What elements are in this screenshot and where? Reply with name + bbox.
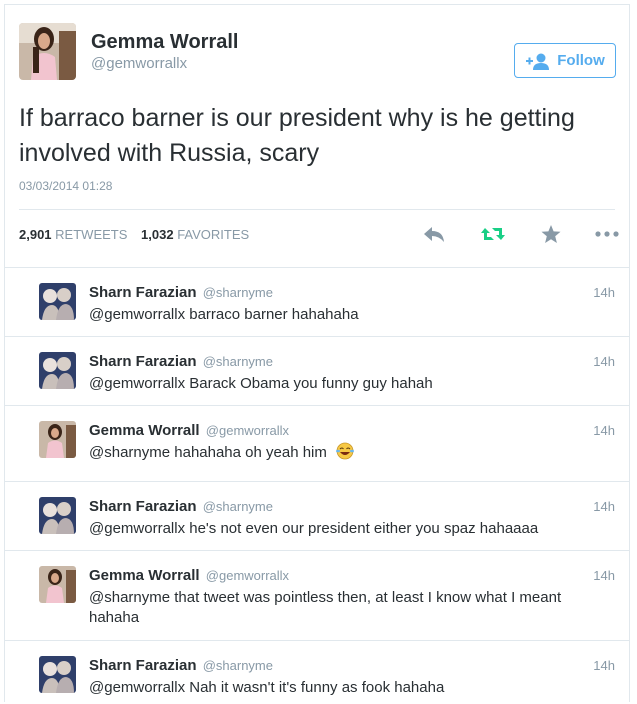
reply-avatar-sharn[interactable] <box>39 656 76 693</box>
reply-author-name[interactable]: Gemma Worrall <box>89 567 200 584</box>
add-user-icon <box>526 53 550 70</box>
reply-avatar-sharn[interactable] <box>39 283 76 320</box>
reply-text: @gemworrallx Barack Obama you funny guy … <box>89 375 433 392</box>
reply-item[interactable]: Sharn Farazian @sharnyme 14h @gemworrall… <box>5 268 629 337</box>
reply-avatar-gemma[interactable] <box>39 566 76 603</box>
stats-divider <box>19 209 615 210</box>
laughing-emoji-icon <box>336 442 355 460</box>
reply-avatar-gemma[interactable] <box>39 421 76 458</box>
reply-author-handle[interactable]: @sharnyme <box>203 658 273 673</box>
reply-author-name[interactable]: Gemma Worrall <box>89 422 200 439</box>
favorite-icon[interactable] <box>537 222 565 246</box>
reply-avatar-sharn[interactable] <box>39 352 76 389</box>
main-tweet: Gemma Worrall @gemworrallx Follow If bar… <box>5 5 629 268</box>
tweet-text: If barraco barner is our president why i… <box>19 104 575 167</box>
author-avatar[interactable] <box>19 23 76 80</box>
reply-header: Sharn Farazian @sharnyme <box>89 498 273 515</box>
reply-item[interactable]: Sharn Farazian @sharnyme 14h @gemworrall… <box>5 337 629 406</box>
tweet-timestamp[interactable]: 03/03/2014 01:28 <box>19 179 112 193</box>
reply-header: Sharn Farazian @sharnyme <box>89 284 273 301</box>
reply-author-handle[interactable]: @gemworrallx <box>206 568 289 583</box>
reply-item[interactable]: Gemma Worrall @gemworrallx 14h @sharnyme… <box>5 551 629 641</box>
reply-time[interactable]: 14h <box>593 568 615 583</box>
reply-header: Sharn Farazian @sharnyme <box>89 353 273 370</box>
reply-author-name[interactable]: Sharn Farazian <box>89 498 197 515</box>
reply-text: @gemworrallx he's not even our president… <box>89 520 539 537</box>
reply-author-handle[interactable]: @sharnyme <box>203 499 273 514</box>
reply-header: Gemma Worrall @gemworrallx <box>89 567 289 584</box>
reply-icon[interactable] <box>420 222 448 246</box>
reply-avatar-sharn[interactable] <box>39 497 76 534</box>
reply-author-handle[interactable]: @gemworrallx <box>206 423 289 438</box>
reply-item[interactable]: Gemma Worrall @gemworrallx 14h @sharnyme… <box>5 406 629 482</box>
reply-text: @sharnyme hahahaha oh yeah him <box>89 444 327 461</box>
reply-time[interactable]: 14h <box>593 423 615 438</box>
reply-time[interactable]: 14h <box>593 499 615 514</box>
reply-text-wrap: @sharnyme hahahaha oh yeah him <box>89 442 609 463</box>
retweet-icon[interactable] <box>479 222 507 246</box>
reply-author-name[interactable]: Sharn Farazian <box>89 353 197 370</box>
reply-time[interactable]: 14h <box>593 285 615 300</box>
reply-author-handle[interactable]: @sharnyme <box>203 354 273 369</box>
reply-text: @gemworrallx barraco barner hahahaha <box>89 306 359 323</box>
follow-button[interactable]: Follow <box>514 43 616 78</box>
more-icon[interactable] <box>593 222 621 246</box>
reply-author-name[interactable]: Sharn Farazian <box>89 284 197 301</box>
reply-time[interactable]: 14h <box>593 658 615 673</box>
reply-text: @sharnyme that tweet was pointless then,… <box>89 589 562 626</box>
reply-time[interactable]: 14h <box>593 354 615 369</box>
author-name[interactable]: Gemma Worrall <box>91 31 238 54</box>
reply-author-name[interactable]: Sharn Farazian <box>89 657 197 674</box>
reply-item[interactable]: Sharn Farazian @sharnyme 14h @gemworrall… <box>5 482 629 551</box>
reply-header: Sharn Farazian @sharnyme <box>89 657 273 674</box>
author-handle[interactable]: @gemworrallx <box>91 55 187 72</box>
tweet-card: Gemma Worrall @gemworrallx Follow If bar… <box>4 4 630 702</box>
tweet-actions <box>5 222 629 246</box>
reply-author-handle[interactable]: @sharnyme <box>203 285 273 300</box>
reply-item[interactable]: Sharn Farazian @sharnyme 14h @gemworrall… <box>5 641 629 702</box>
follow-label: Follow <box>557 52 605 69</box>
reply-text: @gemworrallx Nah it wasn't it's funny as… <box>89 679 445 696</box>
reply-header: Gemma Worrall @gemworrallx <box>89 422 289 439</box>
